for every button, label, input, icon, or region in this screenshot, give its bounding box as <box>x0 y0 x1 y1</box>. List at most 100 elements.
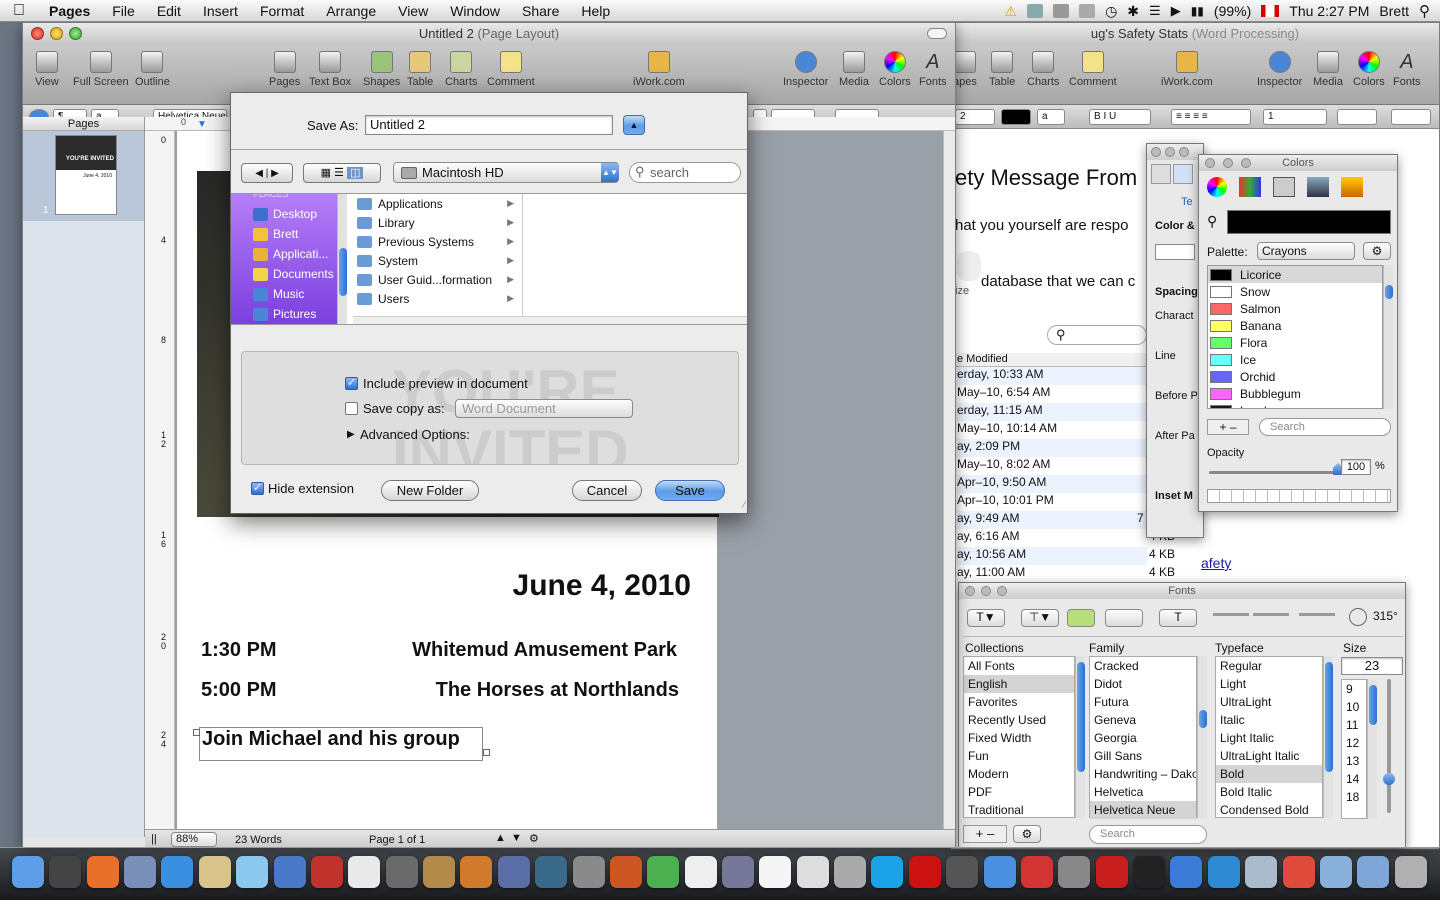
size-list-scrollbar[interactable] <box>1367 679 1377 819</box>
place-item[interactable]: Pictures <box>231 304 337 324</box>
save-copy-checkbox[interactable] <box>345 402 358 415</box>
fonts-close[interactable] <box>965 586 975 596</box>
timemachine-icon[interactable] <box>535 856 568 888</box>
safari-icon[interactable] <box>161 856 194 888</box>
place-item[interactable]: Music <box>231 284 337 304</box>
collection-item[interactable]: Fixed Width <box>964 729 1074 747</box>
modified-date-row[interactable]: ay, 11:00 AM 4 KB <box>957 565 1175 583</box>
save-copy-format-select[interactable]: Word Document <box>455 399 633 418</box>
pdf-icon[interactable] <box>1282 856 1315 888</box>
tb2-charts[interactable]: Charts <box>1027 51 1059 88</box>
inspector-close[interactable] <box>1151 147 1161 157</box>
tb2-iwork[interactable]: iWork.com <box>1161 51 1213 88</box>
folder-item[interactable]: Applications ▶ <box>353 194 522 213</box>
place-item[interactable]: Applicati... <box>231 244 337 264</box>
family-item[interactable]: Georgia <box>1090 729 1196 747</box>
file-search-field[interactable]: ⚲ <box>1047 325 1147 345</box>
page-nav-up-icon[interactable]: ▲ <box>495 832 506 844</box>
size-item[interactable]: 18 <box>1342 788 1366 806</box>
menu-user[interactable]: Brett <box>1379 3 1409 19</box>
vertical-ruler[interactable]: 0 4 8 1 2 1 6 2 0 2 4 <box>145 131 175 829</box>
columns-box-2[interactable] <box>1337 109 1377 125</box>
toolbar-comment-button[interactable]: Comment <box>487 51 535 88</box>
toolbar-charts-button[interactable]: Charts <box>445 51 477 88</box>
dashboard2-icon[interactable] <box>1170 856 1203 888</box>
collection-item[interactable]: English <box>964 675 1074 693</box>
crayon-item[interactable]: Licorice <box>1208 266 1382 283</box>
mail-menu-icon[interactable] <box>1053 4 1070 18</box>
calendar-menu-icon[interactable] <box>1027 4 1044 18</box>
document-scrollbar[interactable] <box>943 131 955 829</box>
collection-item[interactable]: All Fonts <box>964 657 1074 675</box>
menu-help[interactable]: Help <box>570 3 621 19</box>
tb2-media[interactable]: Media <box>1313 51 1343 88</box>
gmail-icon[interactable] <box>1020 856 1053 888</box>
font-size-slider[interactable] <box>1387 679 1391 813</box>
highlight-box-2[interactable]: a <box>1037 109 1065 125</box>
inspector-text-tab[interactable]: Te <box>1181 196 1193 208</box>
dialog-search-field[interactable]: search <box>629 162 741 183</box>
qt-icon[interactable] <box>1207 856 1240 888</box>
family-item[interactable]: Gill Sans <box>1090 747 1196 765</box>
collection-item[interactable]: Favorites <box>964 693 1074 711</box>
typeface-item[interactable]: UltraLight Italic <box>1216 747 1322 765</box>
crayon-scrollbar[interactable] <box>1383 265 1393 409</box>
family-scrollbar[interactable] <box>1197 656 1207 818</box>
location-select[interactable]: Macintosh HD <box>393 162 619 183</box>
camera-icon[interactable] <box>946 856 979 888</box>
crayon-item[interactable]: Flora <box>1208 334 1382 351</box>
battery-icon[interactable]: ▮▮ <box>1191 4 1204 18</box>
modified-date-row[interactable]: May–10, 6:54 AM <box>957 385 1147 403</box>
scripteditor-icon[interactable] <box>722 856 754 888</box>
dashboard-icon[interactable] <box>49 856 82 888</box>
hide-extension-checkbox[interactable]: ✓ <box>251 482 264 495</box>
preview-icon[interactable] <box>124 856 157 888</box>
toolbar-media-button[interactable]: Media <box>839 51 869 88</box>
collection-item[interactable]: Recently Used <box>964 711 1074 729</box>
safety-link[interactable]: afety <box>1201 555 1231 571</box>
text-color-box-2[interactable] <box>1001 109 1031 125</box>
font-size-box-2[interactable]: 2 <box>955 109 995 125</box>
collections-scrollbar[interactable] <box>1075 656 1085 818</box>
image-palette-icon[interactable] <box>1307 177 1329 197</box>
toolbar-iwork-button[interactable]: iWork.com <box>633 51 685 88</box>
color-wheel-icon[interactable] <box>1207 177 1227 197</box>
save-button[interactable]: Save <box>655 480 725 501</box>
ruler-indent-marker-icon[interactable]: ▼ <box>197 119 207 130</box>
advanced-options-label[interactable]: Advanced Options: <box>360 427 470 442</box>
crayons-icon[interactable] <box>1341 177 1363 197</box>
inspector-doc-tab-icon[interactable] <box>1151 164 1171 184</box>
trash-icon[interactable] <box>1394 856 1427 888</box>
acrobat-icon[interactable] <box>1095 856 1128 888</box>
include-preview-checkbox[interactable]: ✓ <box>345 377 358 390</box>
spotlight-icon[interactable]: ⚲ <box>1419 2 1430 20</box>
systemprefs-icon[interactable] <box>572 856 605 888</box>
typeface-item[interactable]: Regular <box>1216 657 1322 675</box>
garageband-icon[interactable] <box>423 856 456 888</box>
family-item[interactable]: Helvetica Neue <box>1090 801 1196 819</box>
cancel-button[interactable]: Cancel <box>572 480 642 501</box>
zoom-window-button[interactable] <box>69 27 82 40</box>
menu-clock[interactable]: Thu 2:27 PM <box>1289 3 1369 19</box>
menu-share[interactable]: Share <box>511 3 570 19</box>
size-item[interactable]: 14 <box>1342 770 1366 788</box>
fonts-min[interactable] <box>981 586 991 596</box>
browser-hscrollbar[interactable] <box>353 316 747 324</box>
folder-item[interactable]: System ▶ <box>353 251 522 270</box>
modified-date-row[interactable]: ay, 9:49 AM 7 <box>957 511 1147 529</box>
typeface-item[interactable]: Italic <box>1216 711 1322 729</box>
typeface-scrollbar[interactable] <box>1323 656 1333 818</box>
ical-icon[interactable] <box>796 856 829 888</box>
timemachine-menu-icon[interactable]: ◷ <box>1105 3 1117 20</box>
size-item[interactable]: 13 <box>1342 752 1366 770</box>
menu-view[interactable]: View <box>387 3 439 19</box>
numbers-icon[interactable] <box>647 856 680 888</box>
photobooth2-icon[interactable] <box>908 856 941 888</box>
toolbar-colors-button[interactable]: Colors <box>879 51 911 88</box>
tb2-colors[interactable]: Colors <box>1353 51 1385 88</box>
list-box-2[interactable] <box>1391 109 1431 125</box>
folder-item[interactable]: Users ▶ <box>353 289 522 308</box>
place-item[interactable]: Documents <box>231 264 337 284</box>
add-remove-color-buttons[interactable]: + – <box>1207 419 1249 435</box>
color-search-field[interactable]: Search <box>1259 418 1391 436</box>
